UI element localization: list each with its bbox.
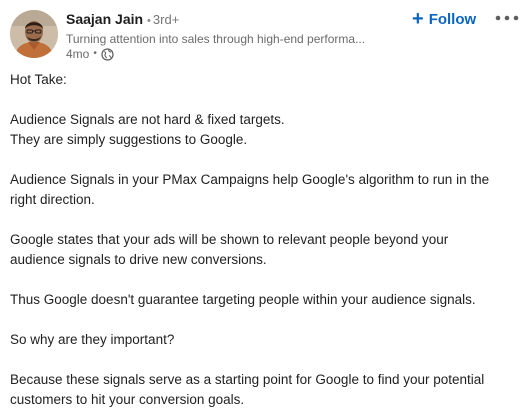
post-line: Thus Google doesn't guarantee targeting …: [10, 292, 476, 307]
post-paragraph: Thus Google doesn't guarantee targeting …: [10, 290, 522, 310]
post-line: Hot Take:: [10, 72, 67, 87]
post-line: customers to hit your conversion goals.: [10, 392, 245, 407]
post-paragraph: Because these signals serve as a startin…: [10, 370, 522, 410]
post-line: Audience Signals are not hard & fixed ta…: [10, 112, 285, 127]
avatar-photo: [10, 10, 58, 58]
post-line: So why are they important?: [10, 332, 175, 347]
bullet-separator: •: [93, 48, 97, 59]
post-line: Audience Signals in your PMax Campaigns …: [10, 172, 490, 187]
author-name[interactable]: Saajan Jain: [66, 11, 143, 27]
feed-post: Saajan Jain • 3rd+ Turning attention into …: [0, 0, 527, 418]
post-paragraph: Hot Take:: [10, 70, 522, 90]
post-line: audience signals to drive new conversion…: [10, 252, 267, 267]
post-paragraph: Audience Signals are not hard & fixed ta…: [10, 110, 522, 150]
follow-button[interactable]: + Follow: [412, 7, 476, 31]
post-line: Because these signals serve as a startin…: [10, 372, 485, 387]
post-body: Hot Take: Audience Signals are not hard …: [10, 70, 522, 410]
post-paragraph: Google states that your ads will be show…: [10, 230, 522, 270]
author-name-line: Saajan Jain • 3rd+: [66, 10, 179, 30]
plus-icon: +: [412, 8, 424, 30]
post-paragraph: Audience Signals in your PMax Campaigns …: [10, 170, 522, 210]
post-line: Google states that your ads will be show…: [10, 232, 449, 247]
connection-degree: 3rd+: [152, 12, 180, 27]
post-time: 4mo: [66, 47, 90, 61]
globe-icon: [101, 47, 114, 61]
more-options-icon[interactable]: [494, 8, 520, 28]
post-paragraph: So why are they important?: [10, 330, 522, 350]
author-avatar[interactable]: [10, 10, 58, 58]
follow-label: Follow: [428, 10, 477, 28]
post-header: Saajan Jain • 3rd+ Turning attention into …: [0, 0, 527, 66]
post-meta: 4mo •: [66, 46, 114, 62]
bullet-separator: •: [147, 15, 151, 27]
post-line: right direction.: [10, 192, 95, 207]
post-line: They are simply suggestions to Google.: [10, 132, 248, 147]
author-headline: Turning attention into sales through hig…: [66, 32, 366, 46]
